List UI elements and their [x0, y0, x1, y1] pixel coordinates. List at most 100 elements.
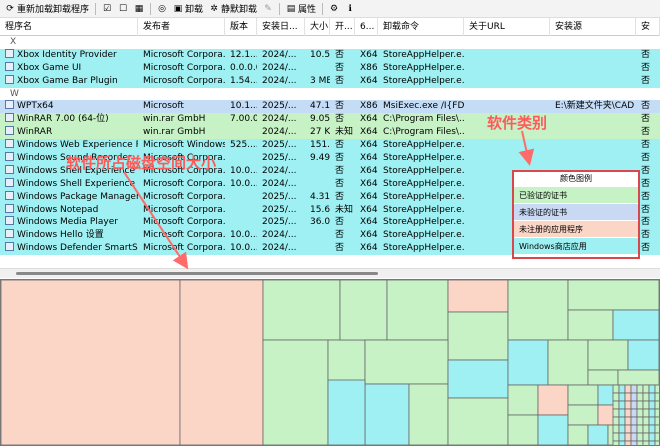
treemap-block[interactable] — [624, 408, 632, 418]
column-header-64bit[interactable]: 6... — [355, 18, 378, 36]
treemap-block[interactable] — [507, 414, 539, 445]
treemap-block[interactable] — [624, 416, 632, 426]
table-row[interactable]: WinRAR 7.00 (64-位) win.rar GmbH 7.00.0 2024… — [0, 113, 660, 127]
treemap-block[interactable] — [618, 424, 626, 434]
treemap-block[interactable] — [618, 416, 626, 426]
check-all-button[interactable]: ☑ — [100, 1, 114, 17]
treemap-block[interactable] — [618, 392, 626, 402]
treemap-block[interactable] — [636, 392, 644, 402]
treemap-block[interactable] — [642, 440, 650, 445]
treemap-block[interactable] — [567, 424, 589, 445]
treemap-block[interactable] — [612, 432, 620, 442]
treemap-block[interactable] — [364, 339, 449, 385]
treemap-canvas[interactable] — [1, 280, 659, 445]
treemap-block[interactable] — [648, 416, 656, 426]
treemap-block[interactable] — [642, 408, 650, 418]
treemap-block[interactable] — [636, 432, 644, 442]
column-header-size[interactable]: 大小 — [305, 18, 330, 36]
column-header-publisher[interactable]: 发布者 — [138, 18, 225, 36]
treemap-block[interactable] — [364, 383, 410, 445]
treemap-block[interactable] — [447, 280, 509, 313]
treemap-block[interactable] — [648, 400, 656, 410]
treemap-block[interactable] — [339, 280, 388, 341]
reload-uninstallers-button[interactable]: ⟳ 重新加载卸载程序 — [3, 1, 91, 17]
treemap-block[interactable] — [654, 432, 659, 442]
treemap-block[interactable] — [567, 309, 614, 341]
treemap-block[interactable] — [648, 432, 656, 442]
treemap-block[interactable] — [642, 392, 650, 402]
table-row[interactable]: Xbox Game Bar Plugin Microsoft Corpora...… — [0, 74, 660, 88]
treemap-block[interactable] — [630, 424, 638, 434]
column-header-install-date[interactable]: 安装日... — [257, 18, 305, 36]
column-header-uninstall-command[interactable]: 卸载命令 — [378, 18, 464, 36]
uninstall-button[interactable]: ▣ 卸载 — [171, 1, 205, 17]
treemap-block[interactable] — [654, 424, 659, 434]
invert-selection-button[interactable]: ▦ — [132, 1, 146, 17]
treemap-block[interactable] — [654, 400, 659, 410]
table-row[interactable]: Xbox Game UI Microsoft Corpora... 0.0.0.0 2… — [0, 61, 660, 75]
treemap-block[interactable] — [654, 408, 659, 418]
treemap-block[interactable] — [567, 280, 659, 311]
treemap-block[interactable] — [648, 408, 656, 418]
treemap-block[interactable] — [262, 339, 329, 445]
uncheck-all-button[interactable]: ☐ — [116, 1, 130, 17]
treemap-block[interactable] — [654, 392, 659, 402]
treemap-block[interactable] — [537, 384, 569, 416]
treemap-block[interactable] — [618, 432, 626, 442]
treemap-block[interactable] — [630, 432, 638, 442]
scrollbar-thumb[interactable] — [16, 272, 378, 275]
treemap-block[interactable] — [618, 384, 626, 394]
treemap-block[interactable] — [567, 384, 599, 406]
disk-usage-treemap[interactable] — [0, 279, 660, 446]
treemap-block[interactable] — [447, 359, 509, 399]
treemap-block[interactable] — [408, 383, 449, 445]
treemap-block[interactable] — [447, 397, 509, 445]
treemap-block[interactable] — [630, 400, 638, 410]
column-header-name[interactable]: 程序名 — [0, 18, 138, 36]
column-header-version[interactable]: 版本 — [225, 18, 257, 36]
treemap-block[interactable] — [612, 400, 620, 410]
treemap-block[interactable] — [587, 369, 619, 386]
treemap-block[interactable] — [612, 392, 620, 402]
treemap-block[interactable] — [587, 339, 629, 371]
treemap-block[interactable] — [648, 440, 656, 445]
properties-button[interactable]: ▤ 属性 — [284, 1, 318, 17]
treemap-block[interactable] — [624, 440, 632, 445]
treemap-block[interactable] — [507, 280, 569, 341]
treemap-block[interactable] — [654, 384, 659, 394]
treemap-block[interactable] — [624, 424, 632, 434]
treemap-block[interactable] — [567, 404, 599, 426]
column-header-more[interactable]: 安 — [636, 18, 660, 36]
treemap-block[interactable] — [636, 424, 644, 434]
treemap-block[interactable] — [648, 392, 656, 402]
treemap-block[interactable] — [447, 311, 509, 361]
treemap-block[interactable] — [630, 408, 638, 418]
treemap-block[interactable] — [636, 384, 644, 394]
treemap-block[interactable] — [648, 384, 656, 394]
treemap-block[interactable] — [624, 392, 632, 402]
treemap-block[interactable] — [624, 384, 632, 394]
quiet-uninstall-button[interactable]: ✲ 静默卸载 — [207, 1, 259, 17]
treemap-block[interactable] — [642, 400, 650, 410]
treemap-block[interactable] — [636, 440, 644, 445]
treemap-block[interactable] — [654, 440, 659, 445]
table-row[interactable]: WinRAR win.rar GmbH 2024/... 27 KB 未知 X64 C:\P… — [0, 126, 660, 140]
target-button[interactable]: ◎ — [155, 1, 169, 17]
column-header-about-url[interactable]: 关于URL — [464, 18, 550, 36]
treemap-block[interactable] — [636, 400, 644, 410]
treemap-block[interactable] — [624, 400, 632, 410]
treemap-block[interactable] — [630, 416, 638, 426]
group-header[interactable]: X — [0, 36, 660, 49]
treemap-block[interactable] — [612, 309, 659, 341]
treemap-block[interactable] — [612, 440, 620, 445]
treemap-block[interactable] — [612, 416, 620, 426]
treemap-block[interactable] — [507, 339, 549, 386]
treemap-block[interactable] — [537, 414, 569, 445]
treemap-block[interactable] — [179, 280, 264, 445]
treemap-block[interactable] — [636, 416, 644, 426]
treemap-block[interactable] — [630, 392, 638, 402]
treemap-block[interactable] — [612, 408, 620, 418]
table-row[interactable]: Xbox Identity Provider Microsoft Corpora.… — [0, 48, 660, 62]
treemap-block[interactable] — [618, 440, 626, 445]
treemap-block[interactable] — [617, 369, 659, 386]
